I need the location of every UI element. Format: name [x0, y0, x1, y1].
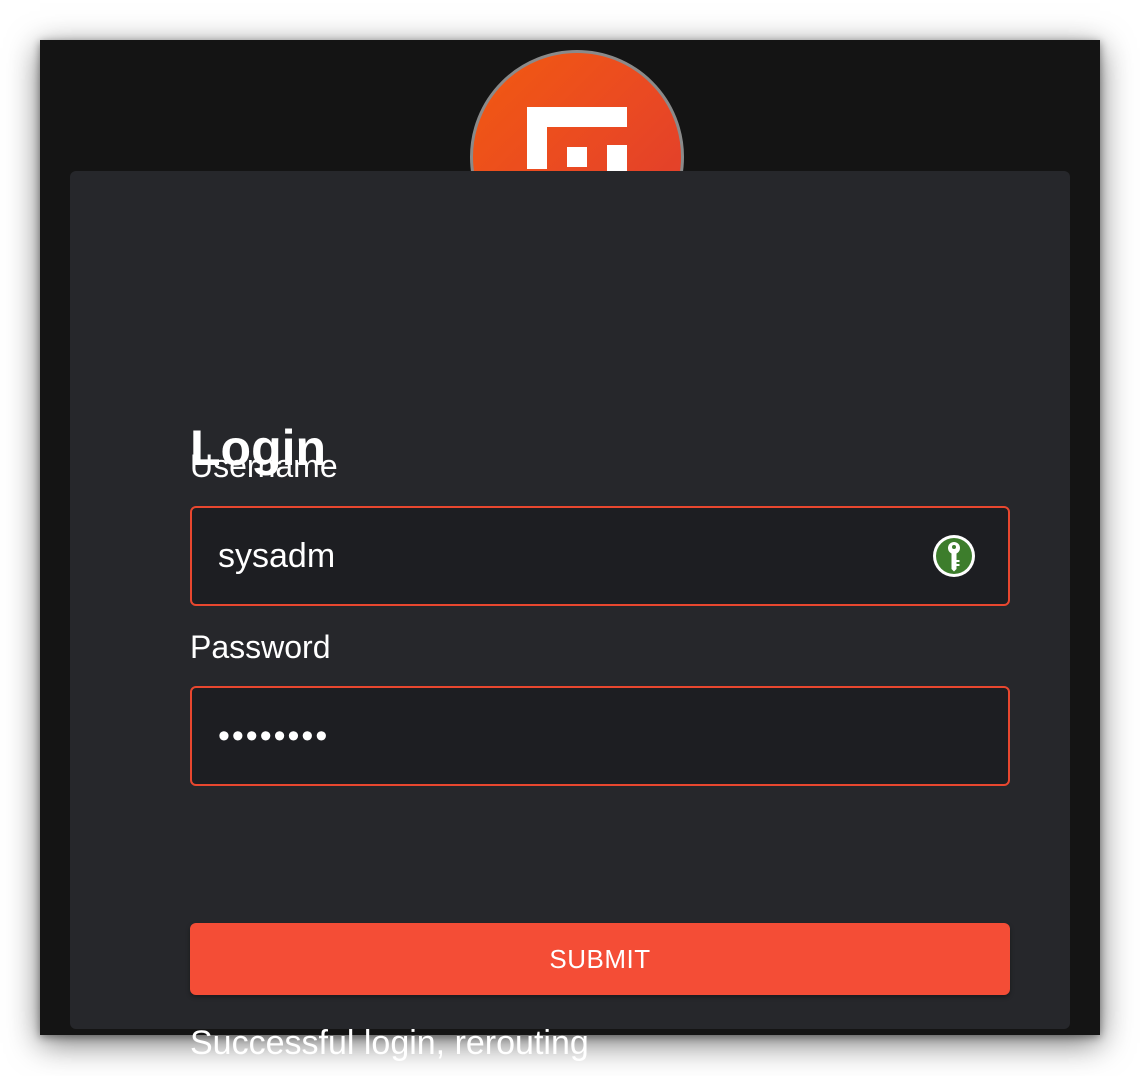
- password-input[interactable]: [192, 688, 1008, 784]
- username-label: Username: [190, 448, 338, 484]
- password-field-wrapper: [190, 686, 1010, 786]
- login-window: Login Username Password SUBMIT Successfu…: [40, 40, 1100, 1062]
- status-message: Successful login, rerouting: [190, 1024, 589, 1062]
- username-input[interactable]: [192, 508, 932, 604]
- submit-button[interactable]: SUBMIT: [190, 923, 1010, 995]
- login-card: Login Username Password SUBMIT Successfu…: [70, 171, 1070, 1062]
- password-label: Password: [190, 629, 331, 665]
- username-field-wrapper: [190, 506, 1010, 606]
- key-icon[interactable]: [932, 534, 976, 578]
